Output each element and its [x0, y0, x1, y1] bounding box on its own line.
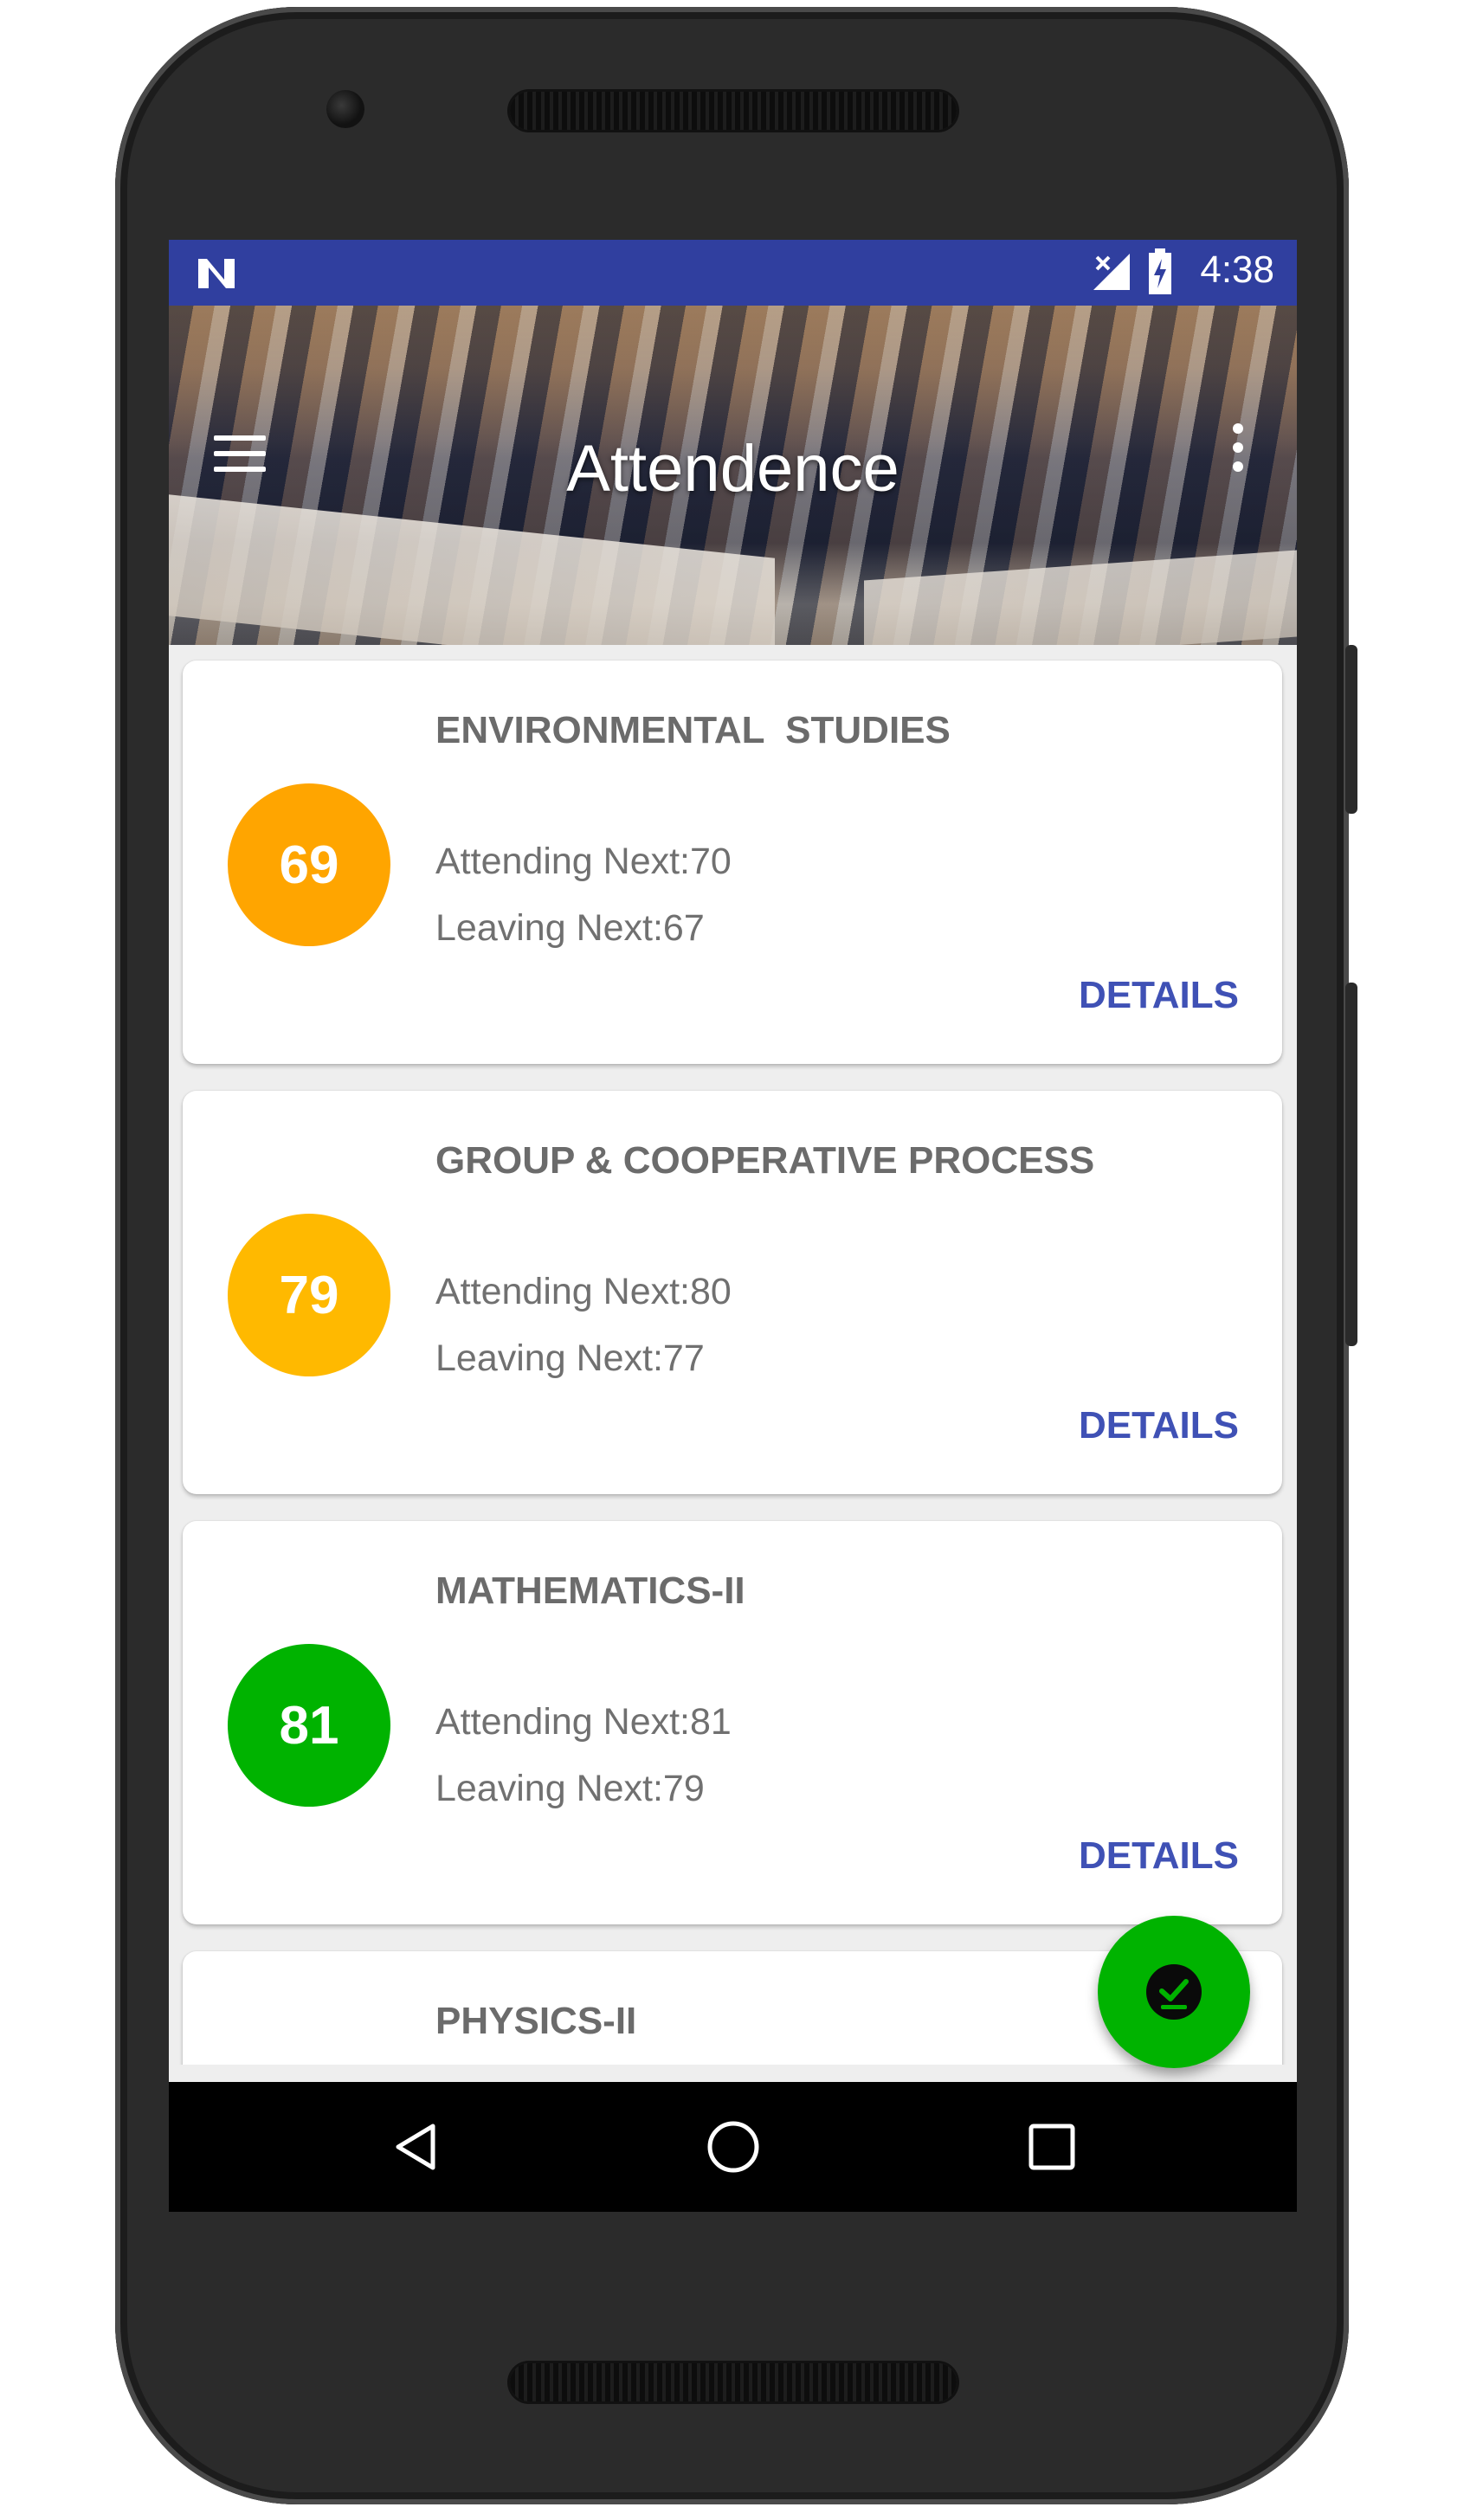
- mark-attendance-fab[interactable]: [1098, 1916, 1250, 2068]
- attendance-percent-circle: 69: [228, 783, 390, 946]
- attendance-percent: 81: [279, 1695, 339, 1756]
- no-signal-icon: [1093, 254, 1130, 290]
- attendance-percent: 69: [279, 835, 339, 895]
- attendance-percent: 79: [279, 1265, 339, 1325]
- page-title: Attendence: [566, 432, 899, 506]
- leaving-next: Leaving Next:67: [435, 907, 705, 949]
- attendance-percent-circle: 81: [228, 1644, 390, 1807]
- course-title: ENVIRONMENTAL STUDIES: [435, 709, 951, 751]
- navigation-bar: [169, 2082, 1297, 2212]
- more-options-icon[interactable]: [1233, 423, 1245, 480]
- app-bar-header-image: Attendence: [169, 306, 1297, 645]
- power-button: [1345, 645, 1357, 814]
- details-button[interactable]: DETAILS: [1079, 1404, 1239, 1447]
- header-image-desk: [864, 550, 1297, 645]
- header-image-desk: [169, 494, 775, 645]
- leaving-next: Leaving Next:79: [435, 1768, 705, 1809]
- attending-next: Attending Next:81: [435, 1701, 732, 1743]
- course-title: PHYSICS-II: [435, 2000, 637, 2042]
- course-card: 69 ENVIRONMENTAL STUDIES Attending Next:…: [183, 661, 1282, 1064]
- attending-next: Attending Next:70: [435, 841, 732, 882]
- attendance-percent-circle: 79: [228, 1214, 390, 1376]
- volume-button: [1345, 983, 1357, 1346]
- status-bar: 4:38: [169, 240, 1297, 306]
- course-title: GROUP & COOPERATIVE PROCESS: [435, 1139, 1095, 1182]
- status-time: 4:38: [1200, 248, 1274, 291]
- back-icon[interactable]: [390, 2121, 442, 2173]
- attending-next: Attending Next:80: [435, 1271, 732, 1312]
- top-speaker: [510, 92, 957, 130]
- bottom-speaker: [510, 2363, 957, 2401]
- notification-n-icon: [198, 259, 235, 288]
- course-title: MATHEMATICS-II: [435, 1569, 745, 1612]
- battery-charging-icon: [1149, 248, 1171, 294]
- details-button[interactable]: DETAILS: [1079, 974, 1239, 1017]
- front-camera: [326, 90, 364, 128]
- details-button[interactable]: DETAILS: [1079, 1834, 1239, 1878]
- recents-icon[interactable]: [1028, 2123, 1076, 2171]
- leaving-next: Leaving Next:77: [435, 1337, 705, 1379]
- course-card: 81 MATHEMATICS-II Attending Next:81 Leav…: [183, 1521, 1282, 1924]
- screen: 4:38 Attendence 69 ENVIRONMENTAL STUDIES…: [169, 240, 1297, 2212]
- course-list[interactable]: 69 ENVIRONMENTAL STUDIES Attending Next:…: [169, 645, 1297, 2065]
- home-icon[interactable]: [706, 2119, 761, 2175]
- course-card: 79 GROUP & COOPERATIVE PROCESS Attending…: [183, 1091, 1282, 1494]
- check-circle-icon: [1146, 1964, 1202, 2020]
